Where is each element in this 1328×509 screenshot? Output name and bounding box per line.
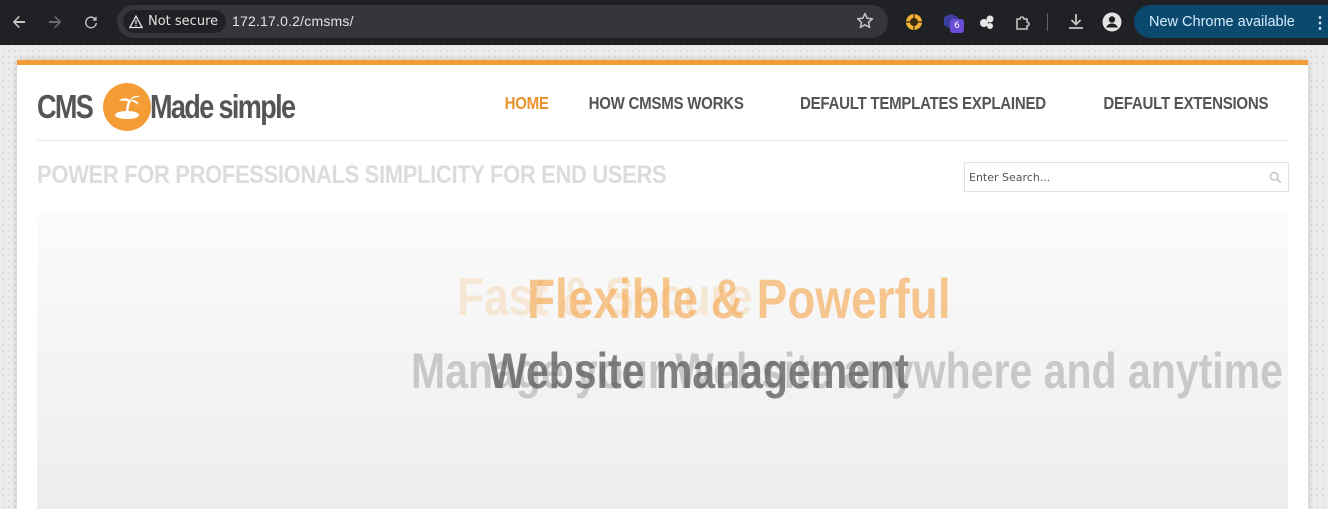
back-button[interactable]: [6, 9, 32, 35]
search-input[interactable]: [965, 163, 1260, 191]
hero-slideshow: Fast & Secure Flexible & Powerful Manage…: [37, 214, 1288, 509]
page-container: CMS Made simple HOME HOW CMSMS WORKS DEF…: [17, 60, 1308, 509]
forward-arrow-icon: [49, 15, 62, 29]
site-tagline: POWER FOR PROFESSIONALS SIMPLICITY FOR E…: [37, 161, 667, 189]
extension-badge-count: 6: [950, 19, 964, 33]
browser-toolbar: Not secure 172.17.0.2/cmsms/ 6 New Chrom…: [0, 0, 1328, 45]
update-label: New Chrome available: [1149, 13, 1295, 30]
reload-icon: [85, 16, 97, 29]
logo-right-word: Made simple: [150, 88, 296, 125]
security-indicator[interactable]: Not secure: [123, 10, 227, 33]
toolbar-divider: [1047, 13, 1048, 31]
profile-avatar-icon[interactable]: [1101, 11, 1123, 33]
search-icon[interactable]: [1269, 171, 1282, 184]
site-search: [964, 162, 1289, 192]
security-label: Not secure: [148, 14, 219, 29]
new-chrome-available-button[interactable]: New Chrome available ⋮: [1134, 5, 1328, 38]
nav-how-cmsms-works[interactable]: HOW CMSMS WORKS: [589, 93, 744, 114]
back-arrow-icon: [12, 15, 25, 29]
palm-island-icon: [103, 83, 152, 131]
main-navigation: HOME HOW CMSMS WORKS DEFAULT TEMPLATES E…: [501, 93, 1282, 114]
site-logo[interactable]: CMS Made simple: [37, 81, 326, 133]
menu-kebab-icon[interactable]: ⋮: [1312, 13, 1328, 33]
extensions-puzzle-icon[interactable]: [1012, 11, 1034, 33]
extension-circles-icon[interactable]: [976, 11, 998, 33]
warning-icon: [129, 14, 143, 28]
nav-divider: [37, 140, 1288, 141]
nav-default-templates-explained[interactable]: DEFAULT TEMPLATES EXPLAINED: [800, 93, 1046, 114]
slide-subheading: Website management: [488, 343, 909, 399]
forward-button[interactable]: [42, 9, 68, 35]
nav-home[interactable]: HOME: [505, 93, 549, 114]
reload-button[interactable]: [78, 9, 104, 35]
bookmark-star-icon[interactable]: [855, 11, 875, 31]
url-text[interactable]: 172.17.0.2/cmsms/: [232, 13, 354, 29]
extension-badge-button[interactable]: 6: [940, 11, 964, 33]
logo-left-word: CMS: [37, 88, 94, 125]
extension-puzzle-color-icon[interactable]: [903, 11, 925, 33]
address-bar[interactable]: Not secure 172.17.0.2/cmsms/: [117, 5, 888, 38]
download-icon[interactable]: [1065, 11, 1087, 33]
nav-default-extensions[interactable]: DEFAULT EXTENSIONS: [1104, 93, 1269, 114]
slide-heading: Flexible & Powerful: [527, 267, 951, 330]
